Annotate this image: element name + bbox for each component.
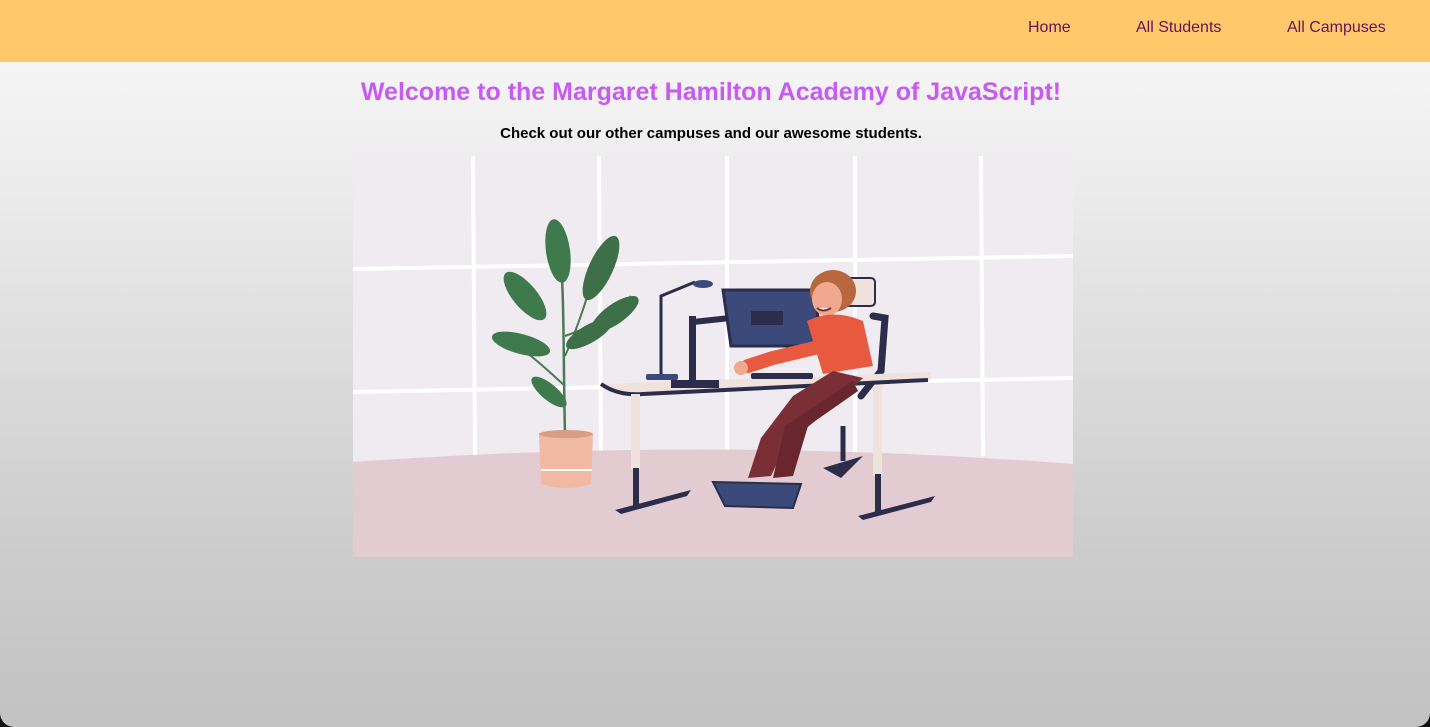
footrest	[711, 480, 803, 510]
page-title-container: Welcome to the Margaret Hamilton Academy…	[0, 78, 1430, 107]
nav-link-home[interactable]: Home	[1028, 19, 1071, 37]
workspace-illustration	[353, 156, 1073, 557]
page-subtitle-container: Check out our other campuses and our awe…	[0, 125, 1430, 142]
nav-link-all-students[interactable]: All Students	[1136, 19, 1221, 37]
nav-link-all-campuses[interactable]: All Campuses	[1287, 19, 1386, 37]
keyboard	[751, 373, 813, 379]
app-window: Home All Students All Campuses Welcome t…	[0, 0, 1430, 727]
page-title: Welcome to the Margaret Hamilton Academy…	[360, 78, 1062, 106]
illustration-floor	[353, 449, 1073, 557]
page-subtitle: Check out our other campuses and our awe…	[500, 125, 922, 142]
top-navbar: Home All Students All Campuses	[0, 0, 1430, 62]
